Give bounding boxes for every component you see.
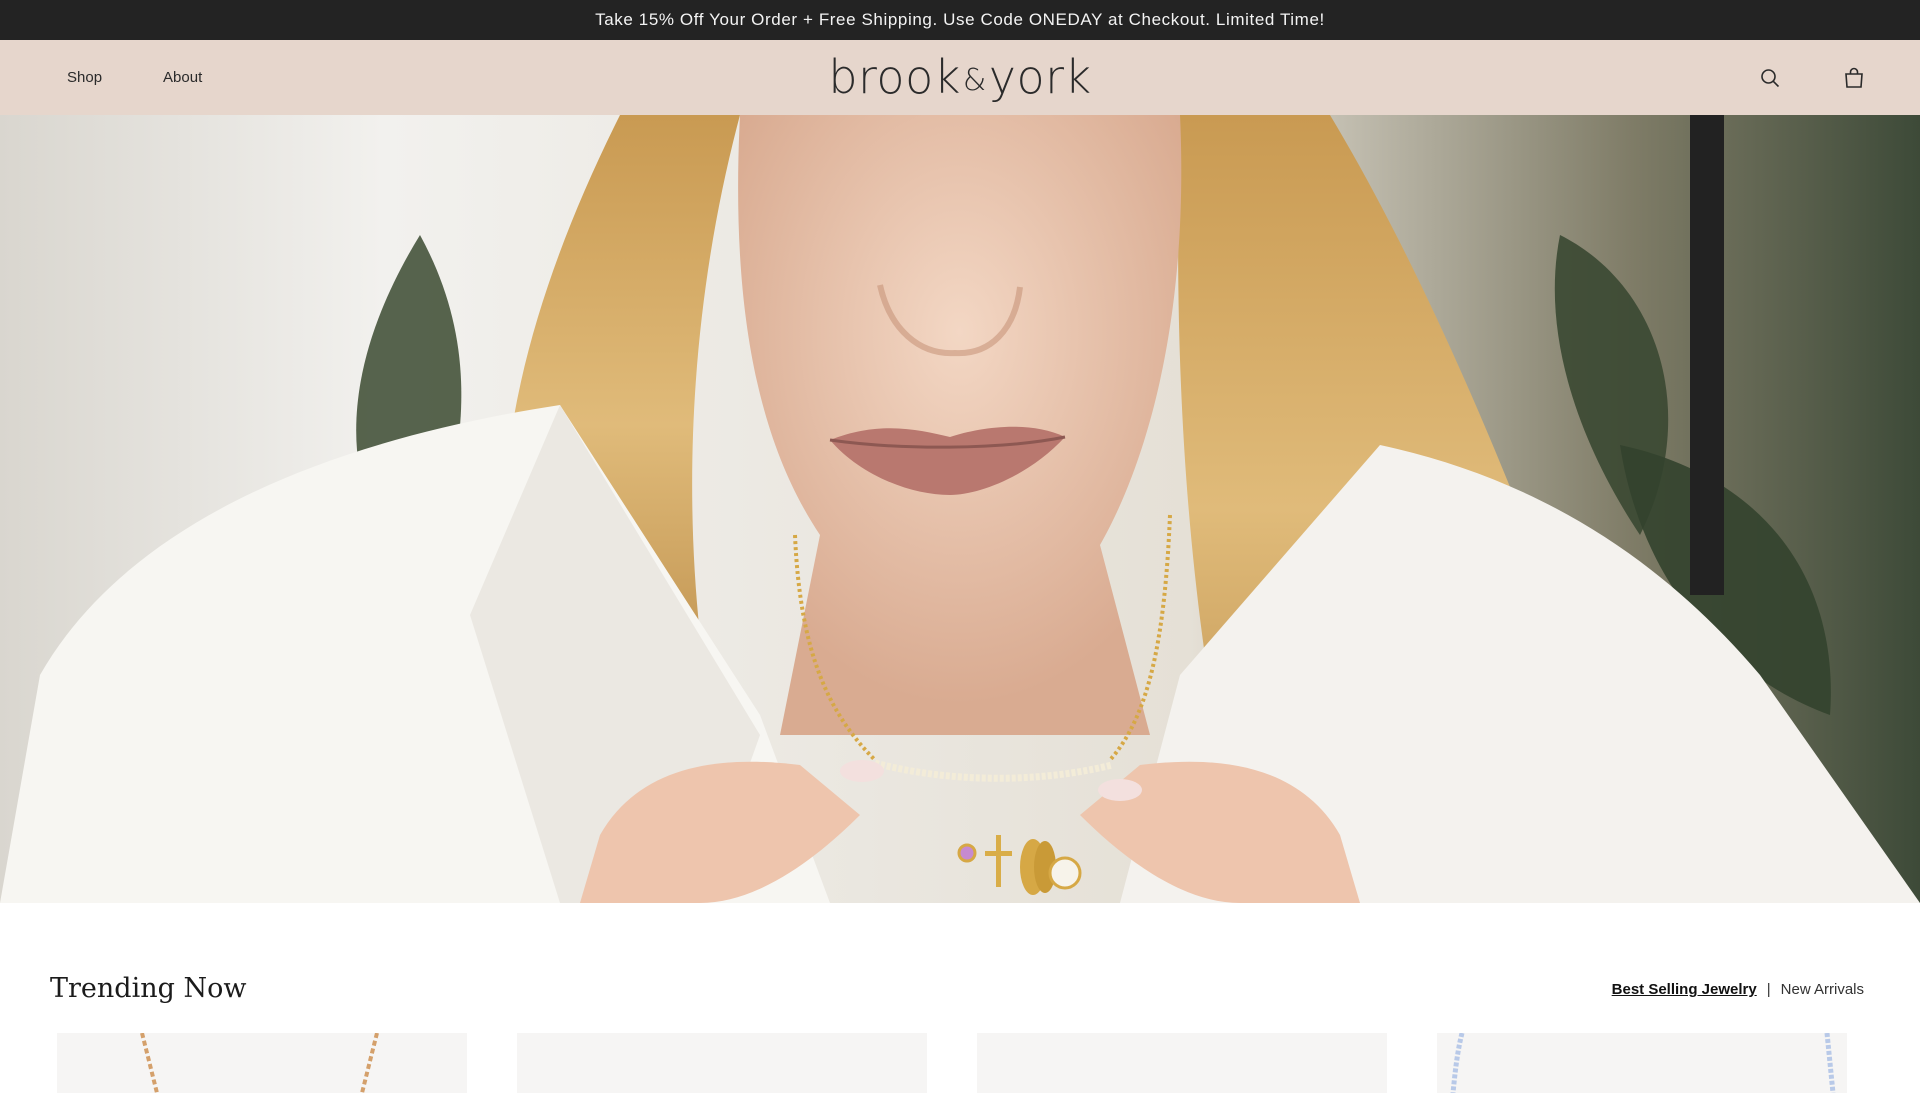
tab-best-selling[interactable]: Best Selling Jewelry (1612, 981, 1757, 998)
trending-section: Trending Now Best Selling Jewelry | New … (0, 903, 1920, 1033)
hero-image[interactable] (0, 115, 1920, 903)
product-card[interactable] (977, 1033, 1387, 1093)
hero-illustration (0, 115, 1920, 903)
product-image (140, 1033, 379, 1093)
announcement-text: Take 15% Off Your Order + Free Shipping.… (595, 10, 1325, 29)
nav-shop[interactable]: Shop (67, 69, 102, 86)
product-grid (57, 1033, 1847, 1093)
product-card[interactable] (517, 1033, 927, 1093)
search-icon[interactable] (1759, 67, 1781, 89)
trending-tabs: Best Selling Jewelry | New Arrivals (1612, 981, 1864, 998)
tab-new-arrivals[interactable]: New Arrivals (1781, 981, 1864, 998)
nav-about[interactable]: About (163, 69, 202, 86)
site-header: Shop About brook&york (0, 40, 1920, 115)
brand-logo[interactable]: brook&york (828, 49, 1091, 103)
product-image (1450, 1033, 1836, 1093)
main-nav: Shop About (67, 69, 202, 86)
cart-icon[interactable] (1843, 67, 1865, 89)
product-card[interactable] (57, 1033, 467, 1093)
trending-title: Trending Now (50, 973, 247, 1004)
tab-separator: | (1766, 981, 1771, 998)
announcement-bar: Take 15% Off Your Order + Free Shipping.… (0, 0, 1920, 40)
header-actions (1759, 40, 1865, 115)
product-card[interactable] (1437, 1033, 1847, 1093)
